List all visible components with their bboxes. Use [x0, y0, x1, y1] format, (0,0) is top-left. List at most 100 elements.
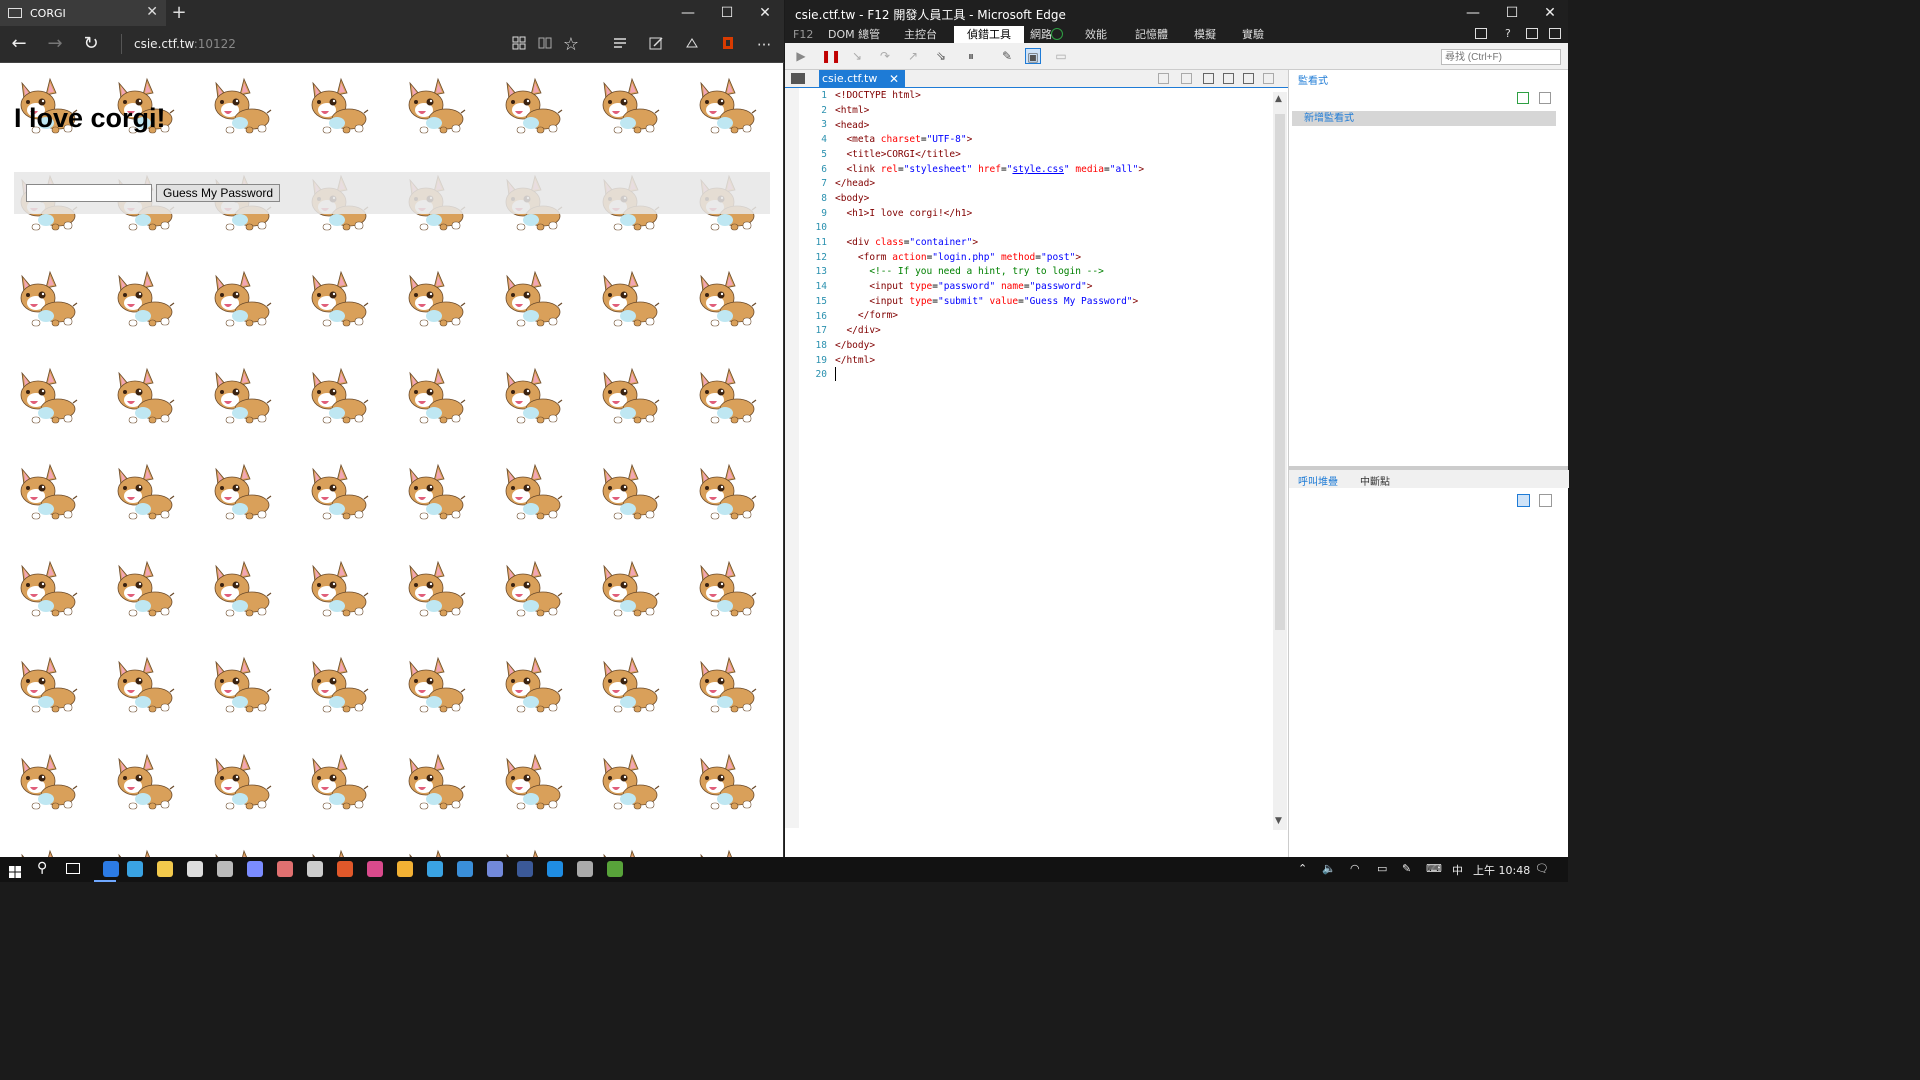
tab-experiments[interactable]: 實驗: [1240, 26, 1266, 43]
remote-icon[interactable]: [457, 861, 473, 877]
pen-icon[interactable]: ✎: [1402, 862, 1411, 875]
word-wrap-icon[interactable]: [1223, 73, 1234, 84]
break-icon[interactable]: ❚❚: [821, 48, 841, 64]
tool-icon[interactable]: [307, 861, 323, 877]
format-icon[interactable]: [1203, 73, 1214, 84]
minimize-button[interactable]: —: [670, 0, 706, 26]
browser-tab[interactable]: CORGI ✕: [0, 0, 166, 26]
office-icon[interactable]: [718, 35, 738, 55]
maximize-button[interactable]: ☐: [709, 0, 745, 26]
step-over-icon[interactable]: ↷: [877, 48, 893, 64]
file-tab-csie[interactable]: csie.ctf.tw ✕: [819, 70, 905, 88]
corgi-image: [501, 560, 563, 624]
start-icon[interactable]: [9, 863, 21, 878]
breakpoint-margin[interactable]: [785, 88, 799, 828]
sticky-notes-icon[interactable]: [397, 861, 413, 877]
pin-icon[interactable]: [1549, 28, 1561, 39]
web-note-icon[interactable]: [646, 35, 666, 55]
tab-memory[interactable]: 記憶體: [1133, 26, 1170, 43]
keyboard-icon[interactable]: ⌨: [1426, 862, 1442, 875]
help-icon[interactable]: ?: [1505, 27, 1511, 40]
undock-icon[interactable]: [1526, 28, 1538, 39]
address-bar[interactable]: csie.ctf.tw:10122: [121, 34, 236, 54]
store-icon[interactable]: [187, 861, 203, 877]
clock[interactable]: 上午 10:48: [1473, 862, 1530, 878]
break-new-worker-icon[interactable]: ⇘: [933, 48, 949, 64]
task-view-icon[interactable]: [66, 863, 80, 874]
search-icon[interactable]: ⚲: [37, 860, 47, 876]
hub-icon[interactable]: [610, 35, 630, 55]
app-icon[interactable]: [247, 861, 263, 877]
tab-breakpoints[interactable]: 中斷點: [1360, 473, 1390, 488]
wifi-icon[interactable]: ◠: [1350, 862, 1360, 875]
exception-behavior-icon[interactable]: ⏸: [963, 48, 979, 64]
continue-icon[interactable]: ▶: [793, 48, 809, 64]
save-icon[interactable]: [1181, 73, 1192, 84]
devtools-close-button[interactable]: ✕: [1532, 0, 1568, 26]
battery-icon[interactable]: ▭: [1377, 862, 1387, 875]
line-number: 4: [821, 134, 827, 146]
pretty-print-icon[interactable]: [1158, 73, 1169, 84]
new-tab-button[interactable]: +: [170, 2, 188, 23]
book-icon[interactable]: [535, 35, 555, 55]
stylesheet-link[interactable]: style.css: [1012, 164, 1063, 175]
scroll-thumb[interactable]: [1275, 114, 1285, 630]
find-input[interactable]: [1441, 49, 1561, 65]
mail-icon[interactable]: [577, 861, 593, 877]
source-map-icon[interactable]: [1243, 73, 1254, 84]
folder-icon[interactable]: [791, 73, 805, 84]
devtools-maximize-button[interactable]: ☐: [1494, 0, 1530, 26]
clear-watch-icon[interactable]: [1539, 92, 1551, 104]
minecraft-icon[interactable]: [607, 861, 623, 877]
close-tab-icon[interactable]: ✕: [146, 4, 158, 20]
add-watch-item[interactable]: 新增監看式: [1292, 111, 1556, 126]
scroll-up-icon[interactable]: ▲: [1275, 94, 1282, 104]
discord-icon[interactable]: [487, 861, 503, 877]
step-out-icon[interactable]: ↗: [905, 48, 921, 64]
message-icon[interactable]: ▭: [1053, 48, 1069, 64]
volume-icon[interactable]: 🔈: [1322, 862, 1336, 875]
scroll-down-icon[interactable]: ▼: [1275, 816, 1282, 826]
reading-view-icon[interactable]: [509, 35, 529, 55]
favorite-star-icon[interactable]: ☆: [561, 35, 581, 55]
close-window-button[interactable]: ✕: [747, 0, 783, 26]
editor-scrollbar[interactable]: ▲ ▼: [1273, 92, 1287, 830]
step-into-icon[interactable]: ↘: [849, 48, 865, 64]
ie-icon[interactable]: [127, 861, 143, 877]
action-center-icon[interactable]: 🗨: [1535, 862, 1549, 875]
close-file-icon[interactable]: ✕: [889, 70, 899, 88]
tab-debugger[interactable]: 偵錯工具: [954, 26, 1024, 43]
guess-password-button[interactable]: Guess My Password: [156, 184, 281, 202]
tab-call-stack[interactable]: 呼叫堆疊: [1298, 473, 1338, 488]
refresh-button[interactable]: ↻: [78, 32, 104, 56]
app-icon[interactable]: [547, 861, 563, 877]
git-icon[interactable]: [337, 861, 353, 877]
devtools-minimize-button[interactable]: —: [1455, 0, 1491, 26]
password-input[interactable]: [26, 184, 152, 202]
tab-performance[interactable]: 效能: [1083, 26, 1109, 43]
back-button[interactable]: ←: [6, 32, 32, 56]
console-icon[interactable]: [1475, 28, 1487, 39]
library-frames-icon[interactable]: [1539, 494, 1552, 507]
app-icon[interactable]: [367, 861, 383, 877]
show-frames-icon[interactable]: [1517, 494, 1530, 507]
compare-icon[interactable]: [1263, 73, 1274, 84]
facebook-icon[interactable]: [517, 861, 533, 877]
settings-icon[interactable]: [217, 861, 233, 877]
show-hidden-icon[interactable]: ⌃: [1298, 862, 1307, 875]
forward-button[interactable]: →: [42, 32, 68, 56]
edge-icon[interactable]: [103, 861, 119, 877]
tab-emulation[interactable]: 模擬: [1192, 26, 1218, 43]
just-my-code-icon[interactable]: ▣: [1025, 48, 1041, 64]
disable-breakpoints-icon[interactable]: ✎: [999, 48, 1015, 64]
photos-icon[interactable]: [427, 861, 443, 877]
tab-console[interactable]: 主控台: [902, 26, 939, 43]
more-icon[interactable]: ···: [754, 35, 774, 55]
tab-f12[interactable]: F12: [791, 26, 815, 43]
file-explorer-icon[interactable]: [157, 861, 173, 877]
tab-dom-explorer[interactable]: DOM 總管: [826, 26, 882, 43]
paint-icon[interactable]: [277, 861, 293, 877]
ime-indicator[interactable]: 中: [1452, 862, 1463, 878]
add-watch-icon[interactable]: [1517, 92, 1529, 104]
share-icon[interactable]: [682, 35, 702, 55]
